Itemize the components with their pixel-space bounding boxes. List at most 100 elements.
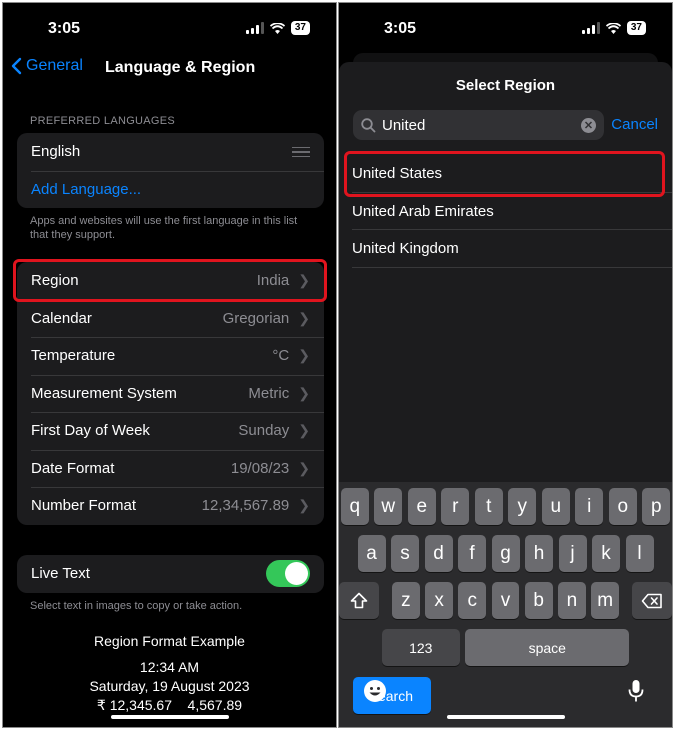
languages-footer: Apps and websites will use the first lan…	[30, 215, 298, 241]
search-input[interactable]	[382, 116, 581, 134]
key-o[interactable]: o	[608, 488, 637, 525]
key-h[interactable]: h	[525, 535, 553, 572]
setting-value: Sunday	[238, 422, 290, 440]
back-label: General	[26, 57, 83, 74]
setting-row-date-format[interactable]: Date Format 19/08/23 ❯	[17, 449, 324, 488]
clear-search-icon[interactable]: ✕	[581, 117, 596, 133]
setting-value: 12,34,567.89	[201, 497, 290, 515]
language-row-english[interactable]: English	[17, 133, 324, 171]
select-region-screen: 3:05 37 Select Region ✕ Cancel United St…	[338, 2, 673, 728]
setting-row-temperature[interactable]: Temperature °C ❯	[17, 337, 324, 375]
status-bar: 3:05 37	[3, 3, 336, 53]
add-language-label: Add Language...	[31, 180, 142, 198]
numbers-key[interactable]: 123	[381, 629, 460, 666]
chevron-right-icon: ❯	[298, 272, 310, 289]
setting-value: Metric	[248, 384, 290, 402]
search-field[interactable]: ✕	[353, 110, 604, 140]
key-v[interactable]: v	[491, 582, 520, 619]
result-united-states[interactable]: United States	[339, 155, 672, 193]
key-t[interactable]: t	[474, 488, 503, 525]
cellular-signal-icon	[245, 22, 264, 34]
setting-value: 19/08/23	[230, 459, 290, 477]
key-m[interactable]: m	[591, 582, 619, 619]
live-text-label: Live Text	[31, 565, 90, 583]
status-icons: 37	[581, 21, 646, 35]
language-label: English	[31, 143, 81, 161]
key-y[interactable]: y	[508, 488, 537, 525]
key-j[interactable]: j	[558, 535, 587, 572]
chevron-left-icon	[11, 57, 22, 75]
status-bar: 3:05 37	[339, 3, 672, 53]
result-united-kingdom[interactable]: United Kingdom	[339, 230, 672, 268]
setting-row-calendar[interactable]: Calendar Gregorian ❯	[17, 299, 324, 338]
setting-row-first-day-of-week[interactable]: First Day of Week Sunday ❯	[17, 412, 324, 450]
languages-group: English Add Language...	[17, 133, 324, 208]
status-icons: 37	[245, 21, 310, 35]
setting-label: First Day of Week	[31, 422, 150, 440]
key-u[interactable]: u	[541, 488, 570, 525]
setting-label: Region	[31, 272, 79, 290]
shift-key[interactable]	[339, 582, 379, 619]
live-text-group: Live Text	[17, 555, 324, 593]
live-text-toggle[interactable]	[266, 560, 310, 588]
emoji-icon[interactable]	[361, 677, 389, 705]
result-united-arab-emirates[interactable]: United Arab Emirates	[339, 193, 672, 231]
status-time: 3:05	[48, 20, 81, 37]
setting-row-region[interactable]: Region India ❯	[17, 262, 324, 300]
wifi-icon	[605, 22, 621, 34]
setting-label: Temperature	[31, 347, 116, 365]
nav-bar: General Language & Region	[3, 53, 336, 85]
key-a[interactable]: a	[357, 535, 386, 572]
chevron-right-icon: ❯	[298, 422, 310, 439]
setting-row-number-format[interactable]: Number Format 12,34,567.89 ❯	[17, 487, 324, 525]
chevron-right-icon: ❯	[298, 384, 310, 401]
key-l[interactable]: l	[625, 535, 654, 572]
space-key[interactable]: space	[465, 629, 630, 666]
chevron-right-icon: ❯	[298, 309, 310, 326]
emoji-face-icon	[364, 680, 386, 702]
add-language-link[interactable]: Add Language...	[17, 170, 324, 209]
key-p[interactable]: p	[642, 488, 671, 525]
format-settings-group: Region India ❯ Calendar Gregorian ❯ Temper…	[17, 262, 324, 525]
microphone-icon[interactable]	[622, 677, 650, 705]
setting-label: Number Format	[31, 497, 137, 515]
setting-value: India	[256, 272, 290, 290]
key-n[interactable]: n	[558, 582, 586, 619]
wifi-icon	[269, 22, 285, 34]
key-z[interactable]: z	[392, 582, 420, 619]
key-x[interactable]: x	[425, 582, 453, 619]
back-button[interactable]: General	[11, 57, 83, 75]
key-w[interactable]: w	[374, 488, 403, 525]
setting-row-measurement-system[interactable]: Measurement System Metric ❯	[17, 374, 324, 413]
reorder-handle-icon[interactable]	[292, 146, 310, 157]
key-c[interactable]: c	[458, 582, 487, 619]
setting-label: Date Format	[31, 459, 115, 477]
results-list: United States United Arab Emirates Unite…	[339, 155, 672, 268]
sheet-title: Select Region	[455, 77, 556, 94]
key-e[interactable]: e	[407, 488, 436, 525]
delete-key[interactable]	[632, 582, 672, 619]
key-f[interactable]: f	[458, 535, 486, 572]
key-i[interactable]: i	[575, 488, 604, 525]
dictation-mic-icon	[628, 680, 644, 702]
key-g[interactable]: g	[491, 535, 520, 572]
setting-label: Measurement System	[31, 384, 177, 402]
key-s[interactable]: s	[391, 535, 419, 572]
example-date: Saturday, 19 August 2023	[89, 678, 250, 694]
shift-arrow-icon	[350, 592, 368, 609]
example-title: Region Format Example	[94, 633, 245, 649]
battery-icon: 37	[290, 21, 310, 35]
key-b[interactable]: b	[524, 582, 553, 619]
key-d[interactable]: d	[424, 535, 453, 572]
example-time: 12:34 AM	[139, 659, 200, 675]
home-indicator	[446, 715, 565, 719]
live-text-footer: Select text in images to copy or take ac…	[30, 600, 243, 612]
live-text-row: Live Text	[17, 555, 324, 593]
key-r[interactable]: r	[441, 488, 470, 525]
cancel-button[interactable]: Cancel	[611, 116, 658, 133]
setting-label: Calendar	[31, 309, 92, 327]
keyboard-row-3: z x c v b n m	[339, 582, 672, 619]
keyboard-row-2: a s d f g h j k l	[339, 535, 672, 572]
key-q[interactable]: q	[340, 488, 369, 525]
key-k[interactable]: k	[592, 535, 620, 572]
